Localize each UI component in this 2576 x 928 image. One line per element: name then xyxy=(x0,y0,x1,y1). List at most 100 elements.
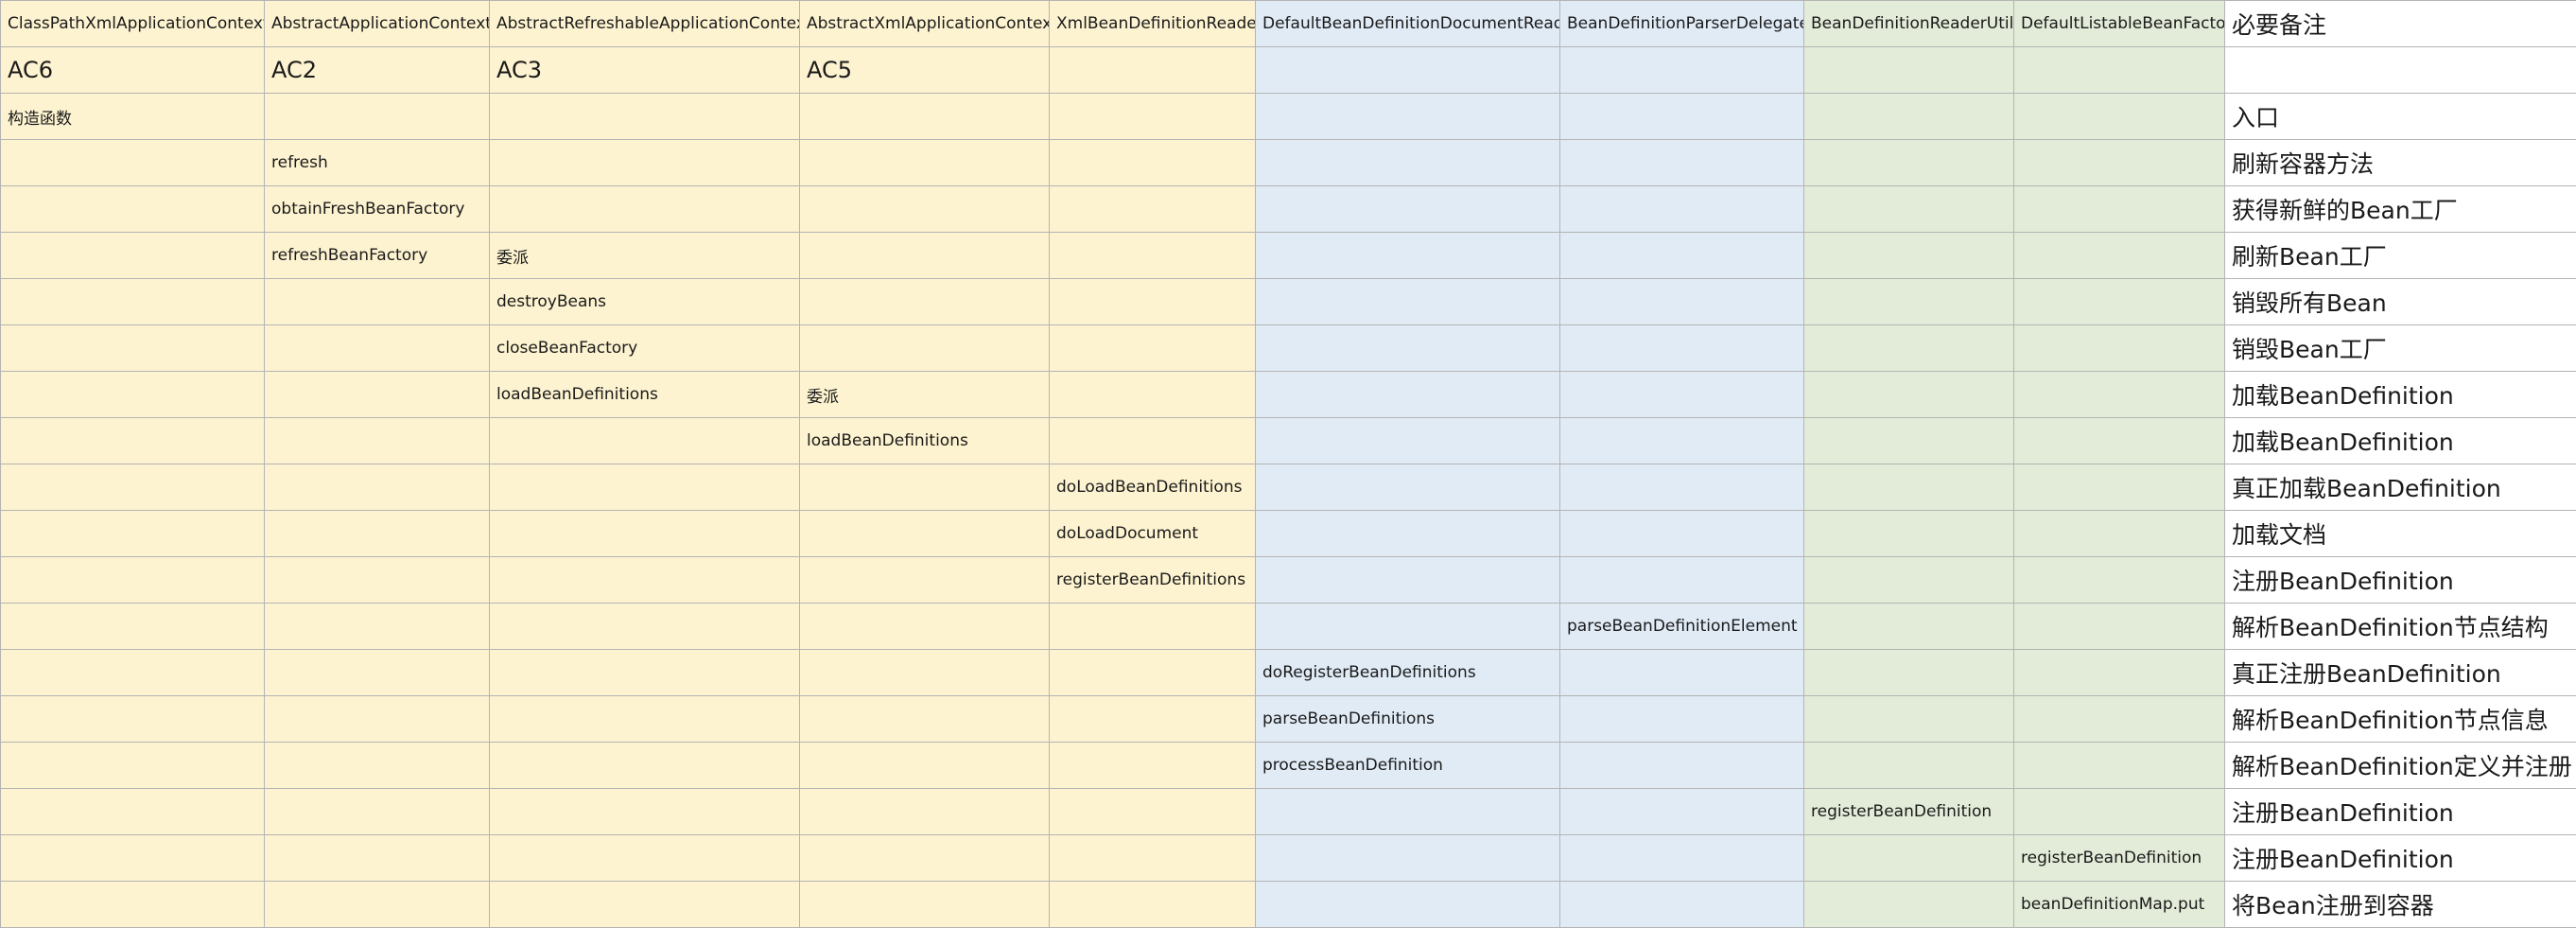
cell-c10[interactable]: 加载文档 xyxy=(2225,511,2576,557)
cell-c2[interactable] xyxy=(265,94,490,140)
cell-c6[interactable]: parseBeanDefinitions xyxy=(1256,696,1560,743)
cell-c8[interactable] xyxy=(1804,372,2014,418)
cell-c4[interactable] xyxy=(800,233,1050,279)
cell-c2[interactable] xyxy=(265,882,490,928)
cell-c6[interactable] xyxy=(1256,418,1560,464)
cell-c9[interactable] xyxy=(2014,557,2225,604)
cell-c9[interactable] xyxy=(2014,464,2225,511)
cell-c2[interactable] xyxy=(265,696,490,743)
cell-c7[interactable] xyxy=(1560,789,1804,835)
cell-c9[interactable] xyxy=(2014,418,2225,464)
cell-c4[interactable] xyxy=(800,325,1050,372)
cell-c4[interactable] xyxy=(800,604,1050,650)
cell-c3[interactable] xyxy=(490,186,800,233)
cell-c7[interactable] xyxy=(1560,835,1804,882)
cell-c7[interactable] xyxy=(1560,233,1804,279)
cell-c6[interactable] xyxy=(1256,372,1560,418)
cell-c1[interactable] xyxy=(1,604,265,650)
cell-c7[interactable] xyxy=(1560,372,1804,418)
cell-c7[interactable] xyxy=(1560,186,1804,233)
cell-c5[interactable] xyxy=(1050,140,1256,186)
cell-c1[interactable] xyxy=(1,372,265,418)
cell-c3[interactable] xyxy=(490,743,800,789)
header-cell-c3[interactable]: AbstractRefreshableApplicationContext xyxy=(490,1,800,47)
cell-c2[interactable] xyxy=(265,650,490,696)
cell-c6[interactable] xyxy=(1256,186,1560,233)
header-cell-c6[interactable]: DefaultBeanDefinitionDocumentReader xyxy=(1256,1,1560,47)
cell-c4[interactable]: 委派 xyxy=(800,372,1050,418)
cell-c9[interactable] xyxy=(2014,650,2225,696)
cell-c6[interactable]: doRegisterBeanDefinitions xyxy=(1256,650,1560,696)
cell-c9[interactable]: beanDefinitionMap.put xyxy=(2014,882,2225,928)
cell-c5[interactable] xyxy=(1050,94,1256,140)
cell-c8[interactable] xyxy=(1804,418,2014,464)
cell-c10[interactable]: 将Bean注册到容器 xyxy=(2225,882,2576,928)
cell-c6[interactable]: processBeanDefinition xyxy=(1256,743,1560,789)
cell-c5[interactable] xyxy=(1050,418,1256,464)
cell-c10[interactable]: 销毁所有Bean xyxy=(2225,279,2576,325)
cell-c3[interactable] xyxy=(490,140,800,186)
cell-c4[interactable] xyxy=(800,789,1050,835)
cell-c1[interactable] xyxy=(1,233,265,279)
cell-c10[interactable]: 获得新鲜的Bean工厂 xyxy=(2225,186,2576,233)
cell-c1[interactable] xyxy=(1,650,265,696)
cell-c9[interactable] xyxy=(2014,279,2225,325)
cell-c4[interactable]: AC5 xyxy=(800,47,1050,94)
cell-c3[interactable] xyxy=(490,511,800,557)
cell-c10[interactable]: 解析BeanDefinition节点结构 xyxy=(2225,604,2576,650)
cell-c4[interactable] xyxy=(800,696,1050,743)
cell-c6[interactable] xyxy=(1256,557,1560,604)
cell-c8[interactable] xyxy=(1804,557,2014,604)
cell-c10[interactable]: 注册BeanDefinition xyxy=(2225,835,2576,882)
cell-c5[interactable] xyxy=(1050,743,1256,789)
cell-c4[interactable] xyxy=(800,882,1050,928)
cell-c7[interactable] xyxy=(1560,279,1804,325)
cell-c8[interactable] xyxy=(1804,464,2014,511)
header-cell-c10[interactable]: 必要备注 xyxy=(2225,1,2576,47)
cell-c2[interactable] xyxy=(265,464,490,511)
cell-c1[interactable] xyxy=(1,464,265,511)
cell-c9[interactable] xyxy=(2014,94,2225,140)
cell-c10[interactable]: 注册BeanDefinition xyxy=(2225,557,2576,604)
cell-c1[interactable]: 构造函数 xyxy=(1,94,265,140)
cell-c4[interactable] xyxy=(800,94,1050,140)
cell-c2[interactable] xyxy=(265,604,490,650)
cell-c8[interactable] xyxy=(1804,604,2014,650)
cell-c1[interactable]: AC6 xyxy=(1,47,265,94)
cell-c3[interactable]: loadBeanDefinitions xyxy=(490,372,800,418)
cell-c5[interactable] xyxy=(1050,650,1256,696)
cell-c7[interactable] xyxy=(1560,418,1804,464)
cell-c8[interactable] xyxy=(1804,650,2014,696)
cell-c1[interactable] xyxy=(1,511,265,557)
cell-c5[interactable]: doLoadBeanDefinitions xyxy=(1050,464,1256,511)
cell-c6[interactable] xyxy=(1256,233,1560,279)
cell-c6[interactable] xyxy=(1256,279,1560,325)
cell-c3[interactable] xyxy=(490,835,800,882)
cell-c9[interactable] xyxy=(2014,604,2225,650)
cell-c9[interactable] xyxy=(2014,186,2225,233)
cell-c6[interactable] xyxy=(1256,94,1560,140)
cell-c4[interactable] xyxy=(800,511,1050,557)
cell-c9[interactable] xyxy=(2014,233,2225,279)
cell-c5[interactable] xyxy=(1050,882,1256,928)
cell-c7[interactable] xyxy=(1560,882,1804,928)
cell-c5[interactable] xyxy=(1050,372,1256,418)
header-cell-c9[interactable]: DefaultListableBeanFactory xyxy=(2014,1,2225,47)
cell-c9[interactable] xyxy=(2014,696,2225,743)
cell-c5[interactable]: doLoadDocument xyxy=(1050,511,1256,557)
header-cell-c8[interactable]: BeanDefinitionReaderUtils xyxy=(1804,1,2014,47)
cell-c10[interactable]: 真正加载BeanDefinition xyxy=(2225,464,2576,511)
cell-c9[interactable] xyxy=(2014,325,2225,372)
cell-c7[interactable] xyxy=(1560,464,1804,511)
cell-c3[interactable]: AC3 xyxy=(490,47,800,94)
cell-c1[interactable] xyxy=(1,279,265,325)
cell-c3[interactable]: 委派 xyxy=(490,233,800,279)
cell-c1[interactable] xyxy=(1,418,265,464)
cell-c3[interactable] xyxy=(490,604,800,650)
cell-c9[interactable] xyxy=(2014,47,2225,94)
cell-c5[interactable]: registerBeanDefinitions xyxy=(1050,557,1256,604)
cell-c2[interactable]: refreshBeanFactory xyxy=(265,233,490,279)
cell-c7[interactable] xyxy=(1560,557,1804,604)
cell-c6[interactable] xyxy=(1256,464,1560,511)
cell-c7[interactable] xyxy=(1560,511,1804,557)
